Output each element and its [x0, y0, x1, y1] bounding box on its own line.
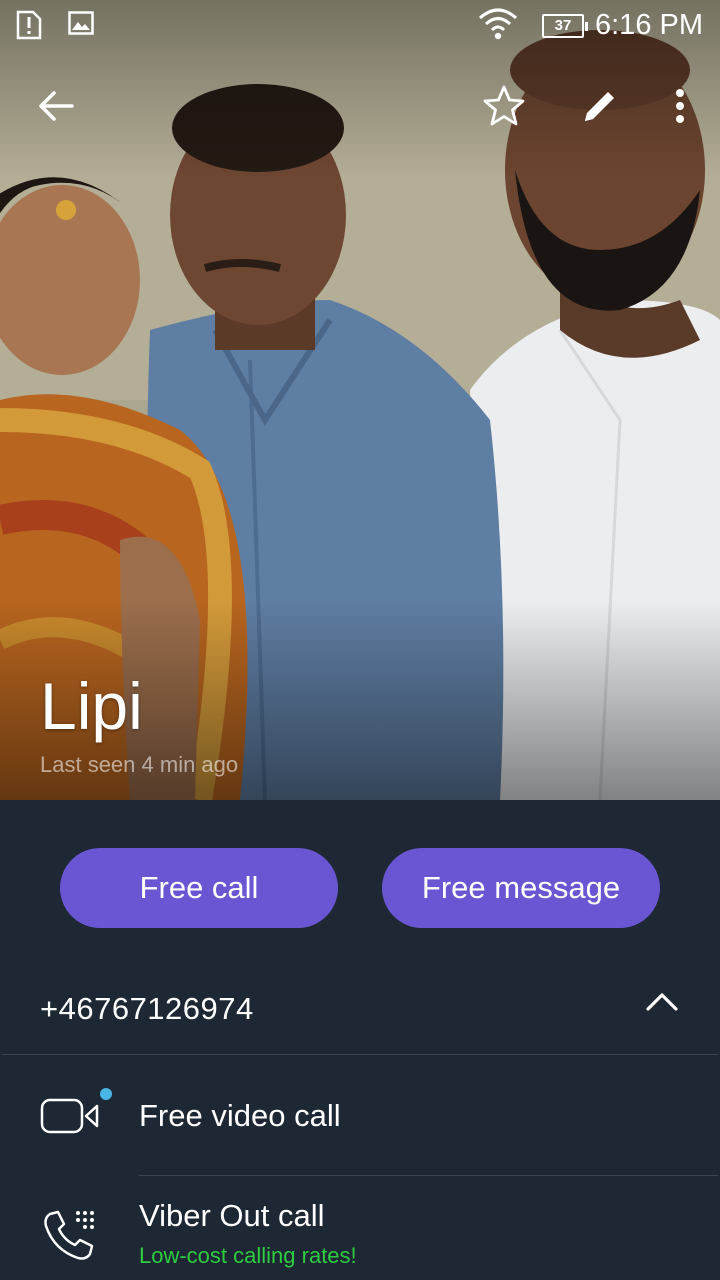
- contact-photo: 37 6:16 PM Lipi Last seen 4 min ago: [0, 0, 720, 800]
- phone-number-row[interactable]: +46767126974: [0, 960, 720, 1055]
- chevron-up-icon[interactable]: [644, 990, 680, 1019]
- status-time: 6:16 PM: [595, 9, 703, 41]
- wifi-icon: [478, 6, 518, 47]
- phone-number: +46767126974: [40, 991, 254, 1026]
- new-feature-dot: [100, 1088, 112, 1100]
- phone-dialpad-icon: [40, 1206, 98, 1269]
- edit-pencil-icon: [581, 87, 619, 130]
- last-seen-status: Last seen 4 min ago: [40, 752, 239, 777]
- viber-out-subtitle: Low-cost calling rates!: [139, 1243, 357, 1268]
- more-options-button[interactable]: [656, 84, 704, 132]
- edit-button[interactable]: [576, 84, 624, 132]
- battery-icon: 37: [542, 14, 588, 38]
- contact-info-screen: 37 6:16 PM Lipi Last seen 4 min ago Free…: [0, 0, 720, 1280]
- free-video-call-label: Free video call: [139, 1098, 341, 1133]
- divider: [2, 1054, 718, 1055]
- viber-out-call-item[interactable]: Viber Out call Low-cost calling rates!: [0, 1176, 720, 1280]
- contact-name: Lipi: [40, 669, 143, 743]
- image-icon: [68, 10, 94, 41]
- sim-alert-icon: [16, 10, 42, 45]
- back-button[interactable]: [32, 84, 80, 132]
- favorite-button[interactable]: [480, 84, 528, 132]
- viber-out-call-label: Viber Out call: [139, 1198, 325, 1233]
- free-message-button[interactable]: Free message: [382, 848, 660, 928]
- more-vert-icon: [674, 88, 686, 129]
- video-camera-icon: [40, 1096, 102, 1141]
- free-call-button[interactable]: Free call: [60, 848, 338, 928]
- status-bar: 37 6:16 PM: [0, 0, 720, 50]
- star-icon: [482, 84, 526, 133]
- free-video-call-item[interactable]: Free video call: [0, 1056, 720, 1174]
- back-arrow-icon: [38, 90, 74, 127]
